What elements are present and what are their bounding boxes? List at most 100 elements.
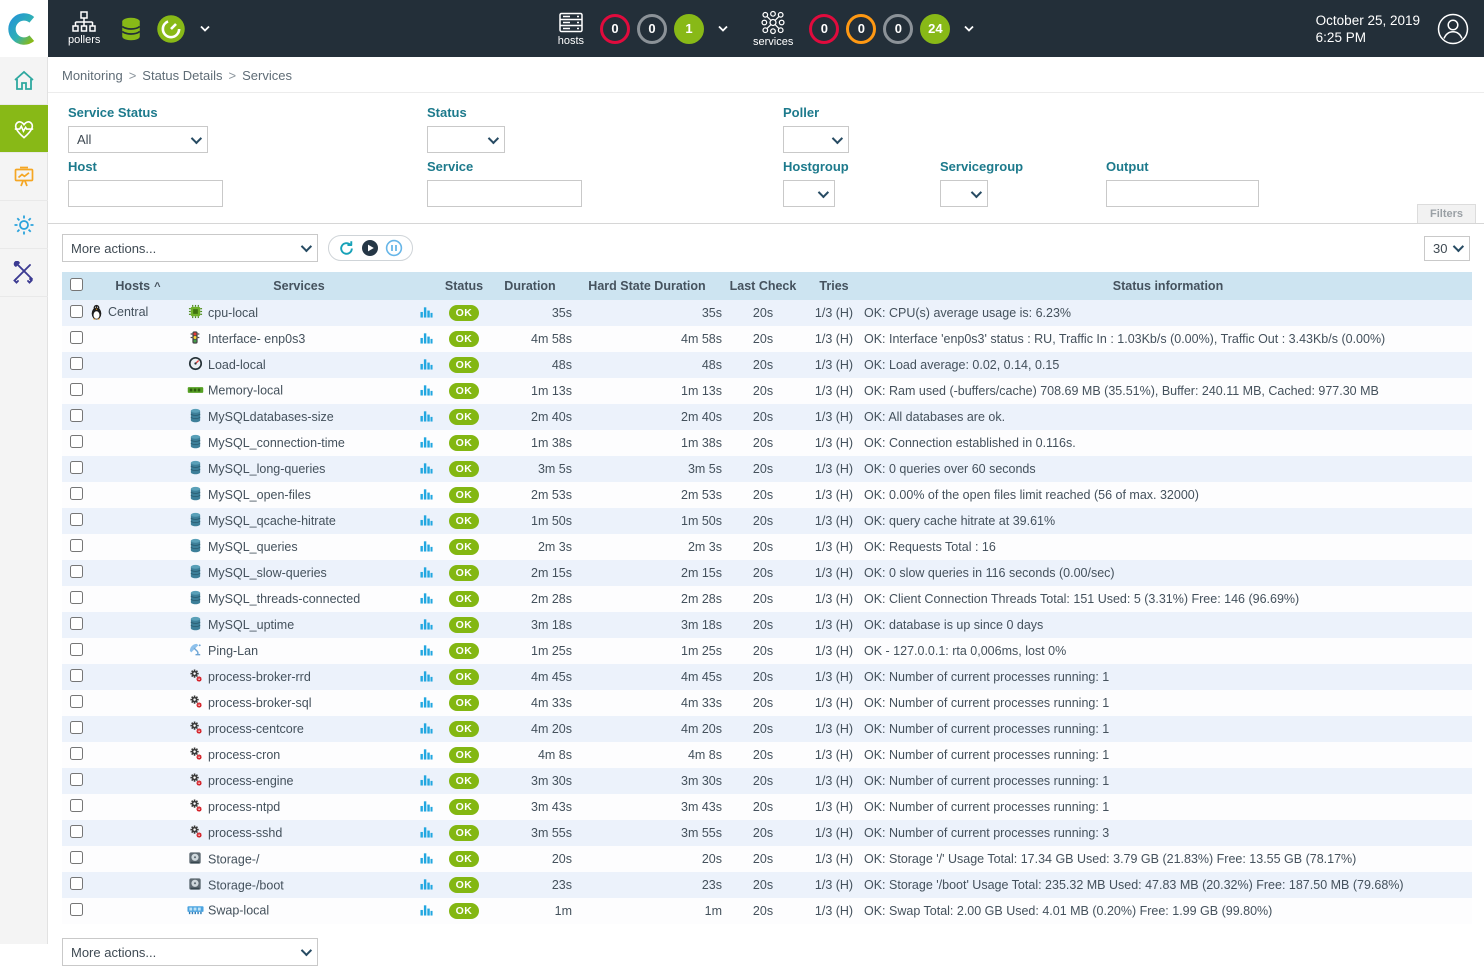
graph-icon[interactable] bbox=[420, 565, 433, 578]
pause-button[interactable] bbox=[385, 239, 403, 257]
more-actions-select[interactable]: More actions... bbox=[62, 234, 318, 262]
graph-icon[interactable] bbox=[420, 331, 433, 344]
graph-icon[interactable] bbox=[420, 799, 433, 812]
output-filter-input[interactable] bbox=[1106, 180, 1259, 207]
column-header-tries[interactable]: Tries bbox=[804, 272, 864, 300]
poller-database-status-icon[interactable] bbox=[116, 14, 146, 44]
row-checkbox[interactable] bbox=[70, 461, 83, 474]
status-counter-badge[interactable]: 0 bbox=[883, 14, 913, 44]
hostgroup-select[interactable] bbox=[783, 180, 835, 207]
service-name[interactable]: MySQL_qcache-hitrate bbox=[208, 514, 336, 528]
page-size-select[interactable]: 30 bbox=[1424, 236, 1470, 261]
sidebar-item-home[interactable] bbox=[0, 57, 48, 105]
row-checkbox[interactable] bbox=[70, 721, 83, 734]
service-name[interactable]: Memory-local bbox=[208, 384, 283, 398]
column-header-services[interactable]: Services bbox=[186, 272, 412, 300]
service-name[interactable]: cpu-local bbox=[208, 306, 258, 320]
row-checkbox[interactable] bbox=[70, 851, 83, 864]
row-checkbox[interactable] bbox=[70, 513, 83, 526]
service-filter-input[interactable] bbox=[427, 180, 582, 207]
service-name[interactable]: Swap-local bbox=[208, 904, 269, 918]
status-counter-badge[interactable]: 24 bbox=[920, 14, 950, 44]
graph-icon[interactable] bbox=[420, 617, 433, 630]
row-checkbox[interactable] bbox=[70, 565, 83, 578]
servicegroup-select[interactable] bbox=[940, 180, 988, 207]
breadcrumb-monitoring[interactable]: Monitoring bbox=[62, 68, 123, 83]
row-checkbox[interactable] bbox=[70, 357, 83, 370]
host-name[interactable]: Central bbox=[108, 305, 148, 319]
graph-icon[interactable] bbox=[420, 435, 433, 448]
centreon-logo[interactable] bbox=[0, 0, 48, 57]
hosts-menu[interactable]: hosts bbox=[558, 11, 584, 47]
graph-icon[interactable] bbox=[420, 903, 433, 916]
row-checkbox[interactable] bbox=[70, 877, 83, 890]
graph-icon[interactable] bbox=[420, 409, 433, 422]
service-name[interactable]: Storage-/ bbox=[208, 852, 259, 866]
service-name[interactable]: MySQL_threads-connected bbox=[208, 592, 360, 606]
service-name[interactable]: process-centcore bbox=[208, 722, 304, 736]
poller-select[interactable] bbox=[783, 126, 849, 153]
service-name[interactable]: MySQL_queries bbox=[208, 540, 298, 554]
column-header-duration[interactable]: Duration bbox=[488, 272, 572, 300]
pollers-chevron-down-icon[interactable] bbox=[199, 25, 211, 33]
column-header-last-check[interactable]: Last Check bbox=[722, 272, 804, 300]
status-counter-badge[interactable]: 0 bbox=[809, 14, 839, 44]
service-name[interactable]: process-broker-rrd bbox=[208, 670, 311, 684]
row-checkbox[interactable] bbox=[70, 591, 83, 604]
service-status-select[interactable]: All bbox=[68, 126, 208, 153]
status-counter-badge[interactable]: 0 bbox=[637, 14, 667, 44]
service-name[interactable]: MySQL_connection-time bbox=[208, 436, 345, 450]
graph-icon[interactable] bbox=[420, 383, 433, 396]
service-name[interactable]: Load-local bbox=[208, 358, 266, 372]
service-name[interactable]: process-engine bbox=[208, 774, 293, 788]
service-name[interactable]: process-broker-sql bbox=[208, 696, 312, 710]
service-name[interactable]: Storage-/boot bbox=[208, 878, 284, 892]
sidebar-item-administration[interactable] bbox=[0, 249, 48, 297]
graph-icon[interactable] bbox=[420, 357, 433, 370]
services-menu[interactable]: services bbox=[753, 10, 793, 48]
graph-icon[interactable] bbox=[420, 695, 433, 708]
graph-icon[interactable] bbox=[420, 513, 433, 526]
status-counter-badge[interactable]: 1 bbox=[674, 14, 704, 44]
row-checkbox[interactable] bbox=[70, 383, 83, 396]
graph-icon[interactable] bbox=[420, 539, 433, 552]
filters-tab[interactable]: Filters bbox=[1417, 204, 1476, 223]
graph-icon[interactable] bbox=[420, 747, 433, 760]
pollers-menu[interactable]: pollers bbox=[68, 11, 100, 46]
breadcrumb-status-details[interactable]: Status Details bbox=[142, 68, 222, 83]
host-filter-input[interactable] bbox=[68, 180, 223, 207]
graph-icon[interactable] bbox=[420, 643, 433, 656]
service-name[interactable]: process-cron bbox=[208, 748, 280, 762]
graph-icon[interactable] bbox=[420, 721, 433, 734]
service-name[interactable]: Interface- enp0s3 bbox=[208, 332, 305, 346]
user-menu[interactable] bbox=[1436, 12, 1470, 46]
play-button[interactable] bbox=[361, 239, 379, 257]
graph-icon[interactable] bbox=[420, 773, 433, 786]
service-name[interactable]: MySQL_slow-queries bbox=[208, 566, 327, 580]
row-checkbox[interactable] bbox=[70, 643, 83, 656]
row-checkbox[interactable] bbox=[70, 695, 83, 708]
status-counter-badge[interactable]: 0 bbox=[600, 14, 630, 44]
graph-icon[interactable] bbox=[420, 461, 433, 474]
row-checkbox[interactable] bbox=[70, 903, 83, 916]
column-header-hosts[interactable]: Hosts^ bbox=[90, 272, 186, 300]
refresh-button[interactable] bbox=[338, 240, 355, 257]
row-checkbox[interactable] bbox=[70, 331, 83, 344]
graph-icon[interactable] bbox=[420, 851, 433, 864]
service-name[interactable]: process-ntpd bbox=[208, 800, 280, 814]
services-chevron-down-icon[interactable] bbox=[963, 25, 975, 33]
graph-icon[interactable] bbox=[420, 487, 433, 500]
row-checkbox[interactable] bbox=[70, 825, 83, 838]
breadcrumb-services[interactable]: Services bbox=[242, 68, 292, 83]
sidebar-item-reporting[interactable] bbox=[0, 153, 48, 201]
column-header-status-information[interactable]: Status information bbox=[864, 272, 1472, 300]
more-actions-select-bottom[interactable]: More actions... bbox=[62, 938, 318, 966]
sidebar-item-configuration[interactable] bbox=[0, 201, 48, 249]
graph-icon[interactable] bbox=[420, 669, 433, 682]
service-name[interactable]: Ping-Lan bbox=[208, 644, 258, 658]
status-counter-badge[interactable]: 0 bbox=[846, 14, 876, 44]
sidebar-item-monitoring[interactable] bbox=[0, 105, 48, 153]
status-select[interactable] bbox=[427, 126, 505, 153]
service-name[interactable]: MySQL_long-queries bbox=[208, 462, 325, 476]
row-checkbox[interactable] bbox=[70, 669, 83, 682]
